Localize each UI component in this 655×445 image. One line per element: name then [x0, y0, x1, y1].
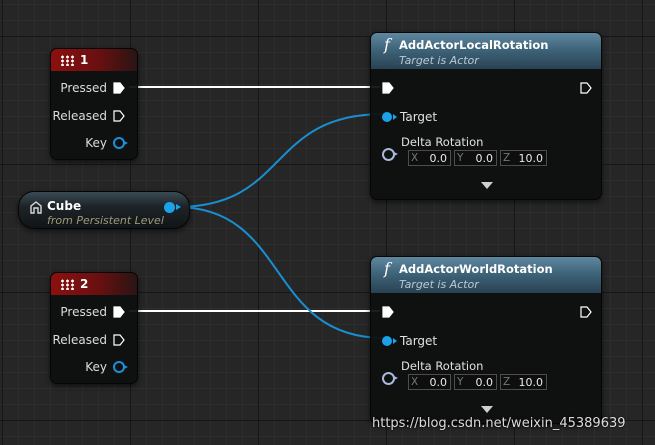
- blueprint-graph-canvas[interactable]: 1 Pressed Released Key 2 Pressed Release…: [0, 0, 655, 445]
- exec-pin-empty-icon[interactable]: [113, 110, 125, 122]
- z-axis-label: Z: [503, 152, 511, 164]
- function-subtitle: Target is Actor: [399, 278, 479, 291]
- delta-rotation-fields: X 0.0 Y 0.0 Z 10.0: [408, 150, 547, 166]
- function-title: AddActorWorldRotation: [399, 262, 553, 276]
- rotation-x-field[interactable]: X 0.0: [408, 374, 451, 390]
- input-key-event-node-1[interactable]: 1 Pressed Released Key: [50, 48, 138, 160]
- target-object-pin-icon[interactable]: [382, 336, 397, 346]
- exec-output-pin-icon[interactable]: [580, 82, 592, 94]
- exec-output-pin-icon[interactable]: [580, 306, 592, 318]
- target-object-pin-icon[interactable]: [382, 112, 397, 122]
- y-value[interactable]: 0.0: [476, 376, 494, 389]
- expand-advanced-arrow-icon[interactable]: [481, 406, 493, 413]
- z-value[interactable]: 10.0: [519, 376, 544, 389]
- exec-pin-filled-icon[interactable]: [113, 306, 125, 318]
- delta-rotation-label: Delta Rotation: [401, 359, 484, 373]
- key-struct-pin-icon[interactable]: [113, 361, 128, 373]
- function-node-header[interactable]: f AddActorLocalRotation Target is Actor: [371, 33, 601, 69]
- add-actor-world-rotation-node[interactable]: f AddActorWorldRotation Target is Actor …: [370, 256, 602, 424]
- y-axis-label: Y: [457, 152, 464, 164]
- keyboard-icon: [60, 278, 75, 290]
- object-wire-world[interactable]: [175, 206, 385, 339]
- event-key-label: 1: [80, 53, 89, 67]
- event-node-header[interactable]: 1: [51, 49, 137, 71]
- key-pin-row[interactable]: Key: [85, 136, 128, 150]
- function-title: AddActorLocalRotation: [399, 38, 549, 52]
- input-key-event-node-2[interactable]: 2 Pressed Released Key: [50, 272, 138, 384]
- y-value[interactable]: 0.0: [476, 152, 494, 165]
- key-pin-row[interactable]: Key: [85, 360, 128, 374]
- exec-pin-filled-icon[interactable]: [113, 82, 125, 94]
- pressed-pin-row[interactable]: Pressed: [60, 81, 125, 95]
- delta-rotation-label: Delta Rotation: [401, 135, 484, 149]
- function-subtitle: Target is Actor: [399, 54, 479, 67]
- actor-reference-icon: [30, 201, 42, 214]
- pressed-label: Pressed: [60, 81, 107, 95]
- exec-input-pin-icon[interactable]: [382, 82, 394, 94]
- object-wire-local[interactable]: [175, 113, 385, 208]
- function-icon: f: [384, 35, 390, 54]
- event-key-label: 2: [80, 277, 89, 291]
- y-axis-label: Y: [457, 376, 464, 388]
- variable-subtitle: from Persistent Level: [47, 214, 164, 227]
- function-icon: f: [384, 259, 390, 278]
- key-label: Key: [85, 360, 107, 374]
- z-value[interactable]: 10.0: [519, 152, 544, 165]
- target-label: Target: [400, 334, 438, 348]
- target-pin-row[interactable]: Target: [382, 334, 437, 348]
- exec-pin-empty-icon[interactable]: [113, 334, 125, 346]
- x-value[interactable]: 0.0: [430, 376, 448, 389]
- x-axis-label: X: [411, 152, 419, 164]
- rotation-y-field[interactable]: Y 0.0: [454, 150, 497, 166]
- rotation-z-field[interactable]: Z 10.0: [500, 150, 547, 166]
- rotation-x-field[interactable]: X 0.0: [408, 150, 451, 166]
- object-output-pin-icon[interactable]: [164, 202, 181, 213]
- z-axis-label: Z: [503, 376, 511, 388]
- x-axis-label: X: [411, 376, 419, 388]
- expand-advanced-arrow-icon[interactable]: [481, 182, 493, 189]
- add-actor-local-rotation-node[interactable]: f AddActorLocalRotation Target is Actor …: [370, 32, 602, 200]
- pressed-pin-row[interactable]: Pressed: [60, 305, 125, 319]
- released-pin-row[interactable]: Released: [52, 333, 125, 347]
- target-pin-row[interactable]: Target: [382, 110, 437, 124]
- key-struct-pin-icon[interactable]: [113, 137, 128, 149]
- exec-input-pin-icon[interactable]: [382, 306, 394, 318]
- rotator-pin-icon[interactable]: [382, 372, 398, 385]
- rotation-z-field[interactable]: Z 10.0: [500, 374, 547, 390]
- x-value[interactable]: 0.0: [430, 152, 448, 165]
- watermark-text: https://blog.csdn.net/weixin_45389639: [372, 416, 626, 431]
- function-node-header[interactable]: f AddActorWorldRotation Target is Actor: [371, 257, 601, 293]
- key-label: Key: [85, 136, 107, 150]
- rotator-pin-icon[interactable]: [382, 148, 398, 161]
- target-label: Target: [400, 110, 438, 124]
- event-node-header[interactable]: 2: [51, 273, 137, 295]
- rotation-y-field[interactable]: Y 0.0: [454, 374, 497, 390]
- keyboard-icon: [60, 54, 75, 66]
- released-label: Released: [52, 109, 107, 123]
- variable-name: Cube: [47, 199, 82, 213]
- pressed-label: Pressed: [60, 305, 107, 319]
- cube-actor-reference-node[interactable]: Cube from Persistent Level: [18, 191, 190, 229]
- released-pin-row[interactable]: Released: [52, 109, 125, 123]
- released-label: Released: [52, 333, 107, 347]
- delta-rotation-fields: X 0.0 Y 0.0 Z 10.0: [408, 374, 547, 390]
